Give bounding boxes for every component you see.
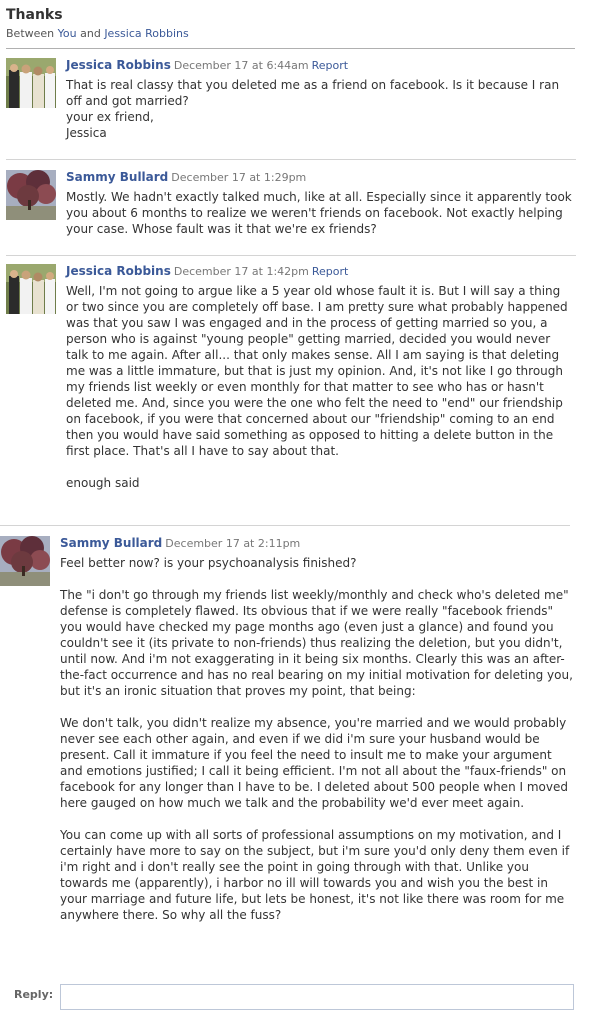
reply-label: Reply: (14, 988, 54, 1001)
report-link[interactable]: Report (312, 59, 348, 72)
reply-input[interactable] (60, 984, 574, 1010)
participant-you-link[interactable]: You (58, 27, 77, 40)
and-label: and (80, 27, 101, 40)
avatar-jessica[interactable] (6, 58, 56, 108)
message-timestamp: December 17 at 1:29pm (171, 171, 307, 184)
message-header: Sammy Bullard December 17 at 2:11pm (60, 536, 576, 551)
wedding-photo-icon (6, 58, 56, 108)
tree-photo-icon (0, 536, 50, 586)
message-timestamp: December 17 at 2:11pm (165, 537, 301, 550)
thread-participants: Between You and Jessica Robbins (6, 27, 578, 41)
thread-title: Thanks (6, 7, 63, 23)
participant-jessica-link[interactable]: Jessica Robbins (104, 27, 188, 40)
avatar-sammy[interactable] (0, 536, 50, 586)
between-label: Between (6, 27, 55, 40)
message-body: Jessica Robbins December 17 at 6:44am Repo… (66, 58, 576, 141)
avatar-jessica[interactable] (6, 264, 56, 314)
message-timestamp: December 17 at 1:42pm (173, 265, 309, 278)
thread-header: Thanks Between You and Jessica Robbins (6, 6, 578, 41)
message-divider (6, 159, 576, 160)
author-link[interactable]: Jessica Robbins (66, 264, 171, 278)
message-text: Well, I'm not going to argue like a 5 ye… (66, 284, 568, 490)
message-text: That is real classy that you deleted me … (66, 78, 560, 140)
message-timestamp: December 17 at 6:44am (173, 59, 309, 72)
message-body: Sammy Bullard December 17 at 1:29pm Mostl… (66, 170, 576, 237)
message-header: Jessica Robbins December 17 at 6:44am Repo… (66, 58, 576, 73)
author-link[interactable]: Jessica Robbins (66, 58, 171, 72)
message-text: Feel better now? is your psychoanalysis … (60, 556, 573, 922)
report-link[interactable]: Report (312, 265, 348, 278)
message-text: Mostly. We hadn't exactly talked much, l… (66, 190, 572, 236)
message-body: Jessica Robbins December 17 at 1:42pm Repo… (66, 264, 576, 491)
avatar-sammy[interactable] (6, 170, 56, 220)
header-divider (6, 48, 575, 49)
author-link[interactable]: Sammy Bullard (66, 170, 168, 184)
author-link[interactable]: Sammy Bullard (60, 536, 162, 550)
tree-photo-icon (6, 170, 56, 220)
message-header: Jessica Robbins December 17 at 1:42pm Repo… (66, 264, 576, 279)
wedding-photo-icon (6, 264, 56, 314)
message-header: Sammy Bullard December 17 at 1:29pm (66, 170, 576, 185)
message-divider (0, 525, 570, 526)
message-body: Sammy Bullard December 17 at 2:11pm Feel … (60, 536, 576, 923)
message-divider (6, 255, 576, 256)
